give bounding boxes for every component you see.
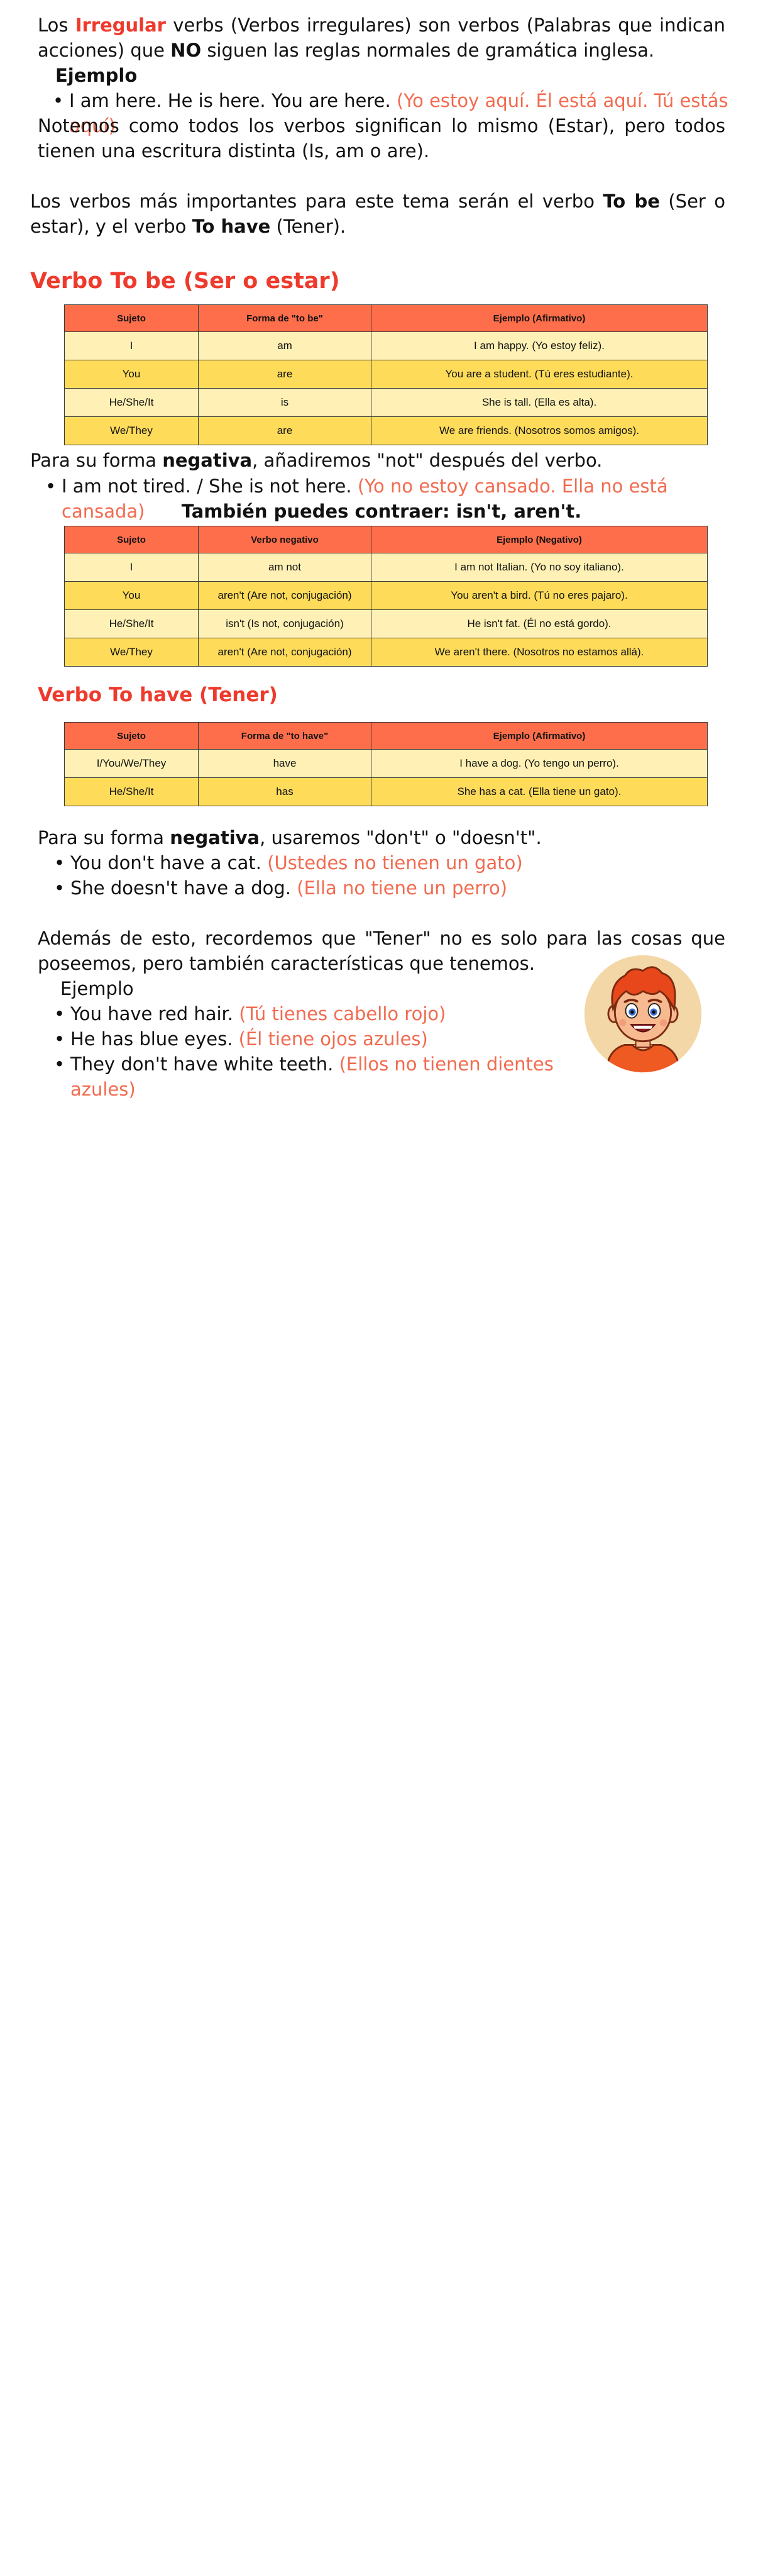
- column-header: Forma de "to be": [198, 304, 371, 332]
- cell-form: has: [198, 777, 371, 806]
- text: , añadiremos "not" después del verbo.: [252, 450, 603, 471]
- example-spanish: (Ustedes no tienen un gato): [267, 852, 523, 874]
- table-row: I/You/We/They have I have a dog. (Yo ten…: [64, 749, 708, 778]
- example-heading: Ejemplo: [55, 65, 138, 86]
- to-be-table: Sujeto Forma de "to be" Ejemplo (Afirmat…: [64, 304, 708, 445]
- column-header: Verbo negativo: [198, 526, 371, 553]
- cell-form: aren't (Are not, conjugación): [198, 581, 371, 610]
- column-header: Ejemplo (Negativo): [371, 526, 708, 553]
- list-item: She doesn't have a dog. (Ella no tiene u…: [54, 875, 739, 901]
- to-have-word: To have: [192, 216, 271, 237]
- to-be-word: To be: [603, 191, 660, 212]
- cell-subject: He/She/It: [64, 777, 199, 806]
- to-have-negative-intro: Para su forma negativa, usaremos "don't"…: [38, 825, 542, 850]
- to-be-negative-intro: Para su forma negativa, añadiremos "not"…: [30, 448, 602, 473]
- column-header: Sujeto: [64, 722, 199, 750]
- cell-subject: I/You/We/They: [64, 749, 199, 778]
- text: Para su forma: [38, 827, 164, 848]
- cell-example: I am not Italian. (Yo no soy italiano).: [371, 553, 708, 582]
- to-be-heading: Verbo To be (Ser o estar): [30, 269, 340, 294]
- list-item: He has blue eyes. (Él tiene ojos azules): [54, 1026, 582, 1052]
- text: Los verbos más importantes para este tem…: [30, 191, 595, 212]
- negativa-word: negativa: [162, 450, 253, 471]
- table-row: He/She/It is She is tall. (Ella es alta)…: [64, 388, 708, 417]
- to-have-negative-list: You don't have a cat. (Ustedes no tienen…: [54, 850, 739, 901]
- example-spanish: (Tú tienes cabello rojo): [239, 1003, 446, 1024]
- to-have-heading: Verbo To have (Tener): [38, 684, 278, 706]
- example-english: You don't have a cat.: [70, 852, 261, 874]
- intro-text: siguen las reglas normales de gramática …: [207, 40, 655, 61]
- intro-paragraph-2: Notemos como todos los verbos significan…: [38, 115, 725, 162]
- intro-text: Los: [38, 14, 69, 36]
- example-spanish: (Él tiene ojos azules): [238, 1028, 428, 1050]
- cell-subject: He/She/It: [64, 609, 199, 638]
- cell-form: isn't (Is not, conjugación): [198, 609, 371, 638]
- column-header: Sujeto: [64, 526, 199, 553]
- irregular-word: Irregular: [75, 14, 166, 36]
- column-header: Sujeto: [64, 304, 199, 332]
- example-spanish: (Ella no tiene un perro): [297, 877, 508, 899]
- text: (Tener).: [276, 216, 346, 237]
- contraction-note: También puedes contraer: isn't, aren't.: [181, 501, 582, 522]
- example-english: I am here. He is here. You are here.: [69, 90, 391, 111]
- cell-subject: I: [64, 553, 199, 582]
- table-row: I am I am happy. (Yo estoy feliz).: [64, 331, 708, 360]
- list-item: They don't have white teeth. (Ellos no t…: [54, 1052, 582, 1102]
- example-english: You have red hair.: [70, 1003, 234, 1024]
- cell-subject: We/They: [64, 416, 199, 445]
- list-item: You don't have a cat. (Ustedes no tienen…: [54, 850, 739, 875]
- list-item: You have red hair. (Tú tienes cabello ro…: [54, 1001, 582, 1026]
- cell-example: I am happy. (Yo estoy feliz).: [371, 331, 708, 360]
- cell-example: I have a dog. (Yo tengo un perro).: [371, 749, 708, 778]
- text: Para su forma: [30, 450, 156, 471]
- example-english: She doesn't have a dog.: [70, 877, 292, 899]
- table-row: He/She/It has She has a cat. (Ella tiene…: [64, 777, 708, 806]
- example-english: They don't have white teeth.: [70, 1053, 334, 1075]
- cell-example: He isn't fat. (Él no está gordo).: [371, 609, 708, 638]
- example-english: He has blue eyes.: [70, 1028, 233, 1050]
- cell-example: You are a student. (Tú eres estudiante).: [371, 360, 708, 389]
- intro-no-word: NO: [170, 40, 202, 61]
- example-heading: Ejemplo: [60, 978, 134, 999]
- cell-example: We are friends. (Nosotros somos amigos).: [371, 416, 708, 445]
- table-header-row: Sujeto Forma de "to be" Ejemplo (Afirmat…: [64, 304, 708, 332]
- table-row: You are You are a student. (Tú eres estu…: [64, 360, 708, 389]
- cell-subject: He/She/It: [64, 388, 199, 417]
- cell-subject: You: [64, 581, 199, 610]
- text: , usaremos "don't" o "doesn't".: [260, 827, 542, 848]
- to-have-table: Sujeto Forma de "to have" Ejemplo (Afirm…: [64, 722, 708, 806]
- cell-form: am not: [198, 553, 371, 582]
- column-header: Ejemplo (Afirmativo): [371, 722, 708, 750]
- boy-avatar-icon: [584, 955, 702, 1073]
- cell-example: You aren't a bird. (Tú no eres pajaro).: [371, 581, 708, 610]
- table-row: We/They aren't (Are not, conjugación) We…: [64, 638, 708, 667]
- table-row: He/She/It isn't (Is not, conjugación) He…: [64, 609, 708, 638]
- table-header-row: Sujeto Forma de "to have" Ejemplo (Afirm…: [64, 722, 708, 750]
- cell-form: aren't (Are not, conjugación): [198, 638, 371, 667]
- cell-example: We aren't there. (Nosotros no estamos al…: [371, 638, 708, 667]
- to-be-negative-table: Sujeto Verbo negativo Ejemplo (Negativo)…: [64, 526, 708, 667]
- important-verbs-paragraph: Los verbos más importantes para este tem…: [30, 189, 725, 239]
- cell-form: am: [198, 331, 371, 360]
- cell-subject: I: [64, 331, 199, 360]
- table-row: You aren't (Are not, conjugación) You ar…: [64, 581, 708, 610]
- cell-form: is: [198, 388, 371, 417]
- table-row: I am not I am not Italian. (Yo no soy it…: [64, 553, 708, 582]
- cell-subject: We/They: [64, 638, 199, 667]
- cell-form: are: [198, 360, 371, 389]
- table-row: We/They are We are friends. (Nosotros so…: [64, 416, 708, 445]
- cell-form: are: [198, 416, 371, 445]
- cell-subject: You: [64, 360, 199, 389]
- column-header: Forma de "to have": [198, 722, 371, 750]
- to-have-example-list: You have red hair. (Tú tienes cabello ro…: [54, 1001, 582, 1102]
- table-header-row: Sujeto Verbo negativo Ejemplo (Negativo): [64, 526, 708, 553]
- cell-example: She has a cat. (Ella tiene un gato).: [371, 777, 708, 806]
- example-english: I am not tired. / She is not here.: [62, 475, 352, 497]
- column-header: Ejemplo (Afirmativo): [371, 304, 708, 332]
- intro-paragraph: Los Irregular verbs (Verbos irregulares)…: [38, 13, 725, 63]
- cell-form: have: [198, 749, 371, 778]
- cell-example: She is tall. (Ella es alta).: [371, 388, 708, 417]
- negativa-word: negativa: [170, 827, 260, 848]
